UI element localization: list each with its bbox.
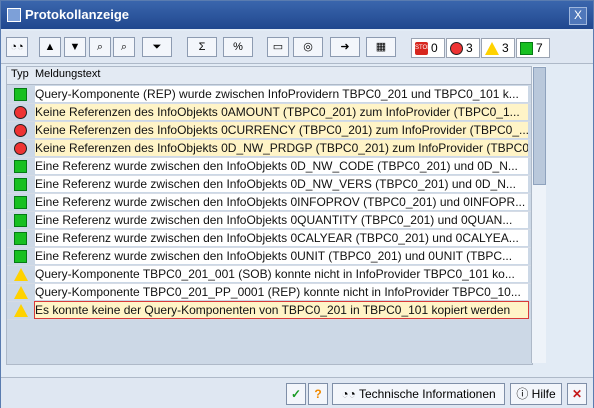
- column-header-meldungstext: Meldungstext: [35, 68, 101, 80]
- message-text: Keine Referenzen des InfoObjekts 0AMOUNT…: [35, 104, 528, 120]
- error-icon: [450, 41, 463, 55]
- help-button[interactable]: ⓘ Hilfe: [510, 383, 562, 405]
- error-counter[interactable]: 3: [446, 38, 480, 58]
- message-text: Eine Referenz wurde zwischen den InfoObj…: [35, 158, 528, 174]
- error-icon: [14, 142, 27, 155]
- warning-icon: [14, 268, 28, 281]
- help-label: Hilfe: [531, 387, 556, 401]
- table-row[interactable]: Keine Referenzen des InfoObjekts 0AMOUNT…: [7, 103, 532, 122]
- subtotal-icon-button[interactable]: %: [223, 37, 253, 57]
- message-text: Es konnte keine der Query-Komponenten vo…: [34, 301, 529, 319]
- scrollbar-thumb[interactable]: [533, 67, 546, 185]
- question-icon: ?: [314, 387, 322, 401]
- technical-info-button[interactable]: ◔◔ Technische Informationen: [332, 383, 505, 405]
- sum-icon-button[interactable]: Σ: [187, 37, 217, 57]
- table-row[interactable]: Query-Komponente TBPC0_201_001 (SOB) kon…: [7, 265, 532, 284]
- close-icon: ✕: [571, 387, 583, 401]
- find-icon-button[interactable]: ⌕: [89, 37, 111, 57]
- cancel-button[interactable]: ✕: [567, 383, 587, 405]
- table-row[interactable]: Eine Referenz wurde zwischen den InfoObj…: [7, 229, 532, 248]
- message-table: Typ Meldungstext Query-Komponente (REP) …: [6, 66, 533, 365]
- warning-counter[interactable]: 3: [481, 38, 515, 58]
- error-icon: [14, 124, 27, 137]
- table-header: Typ Meldungstext: [7, 67, 532, 85]
- find-next-icon-button[interactable]: ⌕: [113, 37, 135, 57]
- message-text: Keine Referenzen des InfoObjekts 0CURREN…: [35, 122, 528, 138]
- success-counter[interactable]: 7: [516, 38, 550, 58]
- success-icon: [520, 41, 533, 55]
- technical-info-label: Technische Informationen: [358, 387, 496, 401]
- help-question-button[interactable]: ?: [308, 383, 328, 405]
- message-text: Eine Referenz wurde zwischen den InfoObj…: [35, 194, 528, 210]
- protokollanzeige-window: Protokollanzeige X ◔◔ ▲ ▼ ⌕ ⌕ ⏷ Σ % ▭ ◎ …: [0, 0, 594, 408]
- column-header-typ: Typ: [11, 68, 29, 80]
- vertical-scrollbar[interactable]: [531, 66, 546, 363]
- success-icon: [14, 88, 27, 101]
- success-icon: [14, 196, 27, 209]
- message-text: Keine Referenzen des InfoObjekts 0D_NW_P…: [35, 140, 528, 156]
- info-icon: ⓘ: [516, 387, 532, 401]
- view-icon-button[interactable]: ◎: [293, 37, 323, 57]
- success-icon: [14, 214, 27, 227]
- glasses-icon-button[interactable]: ◔◔: [6, 37, 28, 57]
- toolbar: ◔◔ ▲ ▼ ⌕ ⌕ ⏷ Σ % ▭ ◎ ➜ ▦ STOP 0 3 3 7: [1, 31, 593, 64]
- table-row[interactable]: Es konnte keine der Query-Komponenten vo…: [7, 301, 532, 320]
- layout-icon-button[interactable]: ▦: [366, 37, 396, 57]
- export-icon-button[interactable]: ➜: [330, 37, 360, 57]
- sort-ascending-icon-button[interactable]: ▲: [39, 37, 61, 57]
- message-text: Query-Komponente TBPC0_201_001 (SOB) kon…: [35, 266, 528, 282]
- table-row[interactable]: Eine Referenz wurde zwischen den InfoObj…: [7, 211, 532, 230]
- confirm-button[interactable]: ✓: [286, 383, 306, 405]
- error-icon: [14, 106, 27, 119]
- table-row[interactable]: Query-Komponente TBPC0_201_PP_0001 (REP)…: [7, 283, 532, 302]
- success-icon: [14, 232, 27, 245]
- window-title: Protokollanzeige: [25, 7, 130, 22]
- message-text: Query-Komponente (REP) wurde zwischen In…: [35, 86, 528, 102]
- filter-icon-button[interactable]: ⏷: [142, 37, 172, 57]
- message-text: Eine Referenz wurde zwischen den InfoObj…: [35, 248, 528, 264]
- warning-icon: [14, 304, 28, 317]
- message-text: Eine Referenz wurde zwischen den InfoObj…: [35, 176, 528, 192]
- message-text: Eine Referenz wurde zwischen den InfoObj…: [35, 212, 528, 228]
- sort-descending-icon-button[interactable]: ▼: [64, 37, 86, 57]
- success-icon: [14, 178, 27, 191]
- table-row[interactable]: Keine Referenzen des InfoObjekts 0D_NW_P…: [7, 139, 532, 158]
- success-icon: [14, 160, 27, 173]
- dialog-footer: ✓ ? ◔◔ Technische Informationen ⓘ Hilfe …: [1, 377, 593, 408]
- warning-icon: [485, 41, 499, 55]
- table-row[interactable]: Eine Referenz wurde zwischen den InfoObj…: [7, 247, 532, 266]
- message-text: Query-Komponente TBPC0_201_PP_0001 (REP)…: [35, 284, 528, 300]
- warning-icon: [14, 286, 28, 299]
- success-icon: [14, 250, 27, 263]
- stop-icon: STOP: [415, 41, 431, 55]
- message-text: Eine Referenz wurde zwischen den InfoObj…: [35, 230, 528, 246]
- table-row[interactable]: Eine Referenz wurde zwischen den InfoObj…: [7, 193, 532, 212]
- table-row[interactable]: Eine Referenz wurde zwischen den InfoObj…: [7, 157, 532, 176]
- stop-counter[interactable]: STOP 0: [411, 38, 445, 58]
- table-row[interactable]: Query-Komponente (REP) wurde zwischen In…: [7, 85, 532, 104]
- glasses-icon: ◔◔: [341, 387, 359, 401]
- check-icon: ✓: [290, 387, 302, 401]
- print-icon-button[interactable]: ▭: [267, 37, 289, 57]
- title-bar: Protokollanzeige X: [1, 1, 593, 29]
- close-button[interactable]: X: [569, 7, 587, 25]
- window-icon: [7, 8, 21, 22]
- table-row[interactable]: Eine Referenz wurde zwischen den InfoObj…: [7, 175, 532, 194]
- table-row[interactable]: Keine Referenzen des InfoObjekts 0CURREN…: [7, 121, 532, 140]
